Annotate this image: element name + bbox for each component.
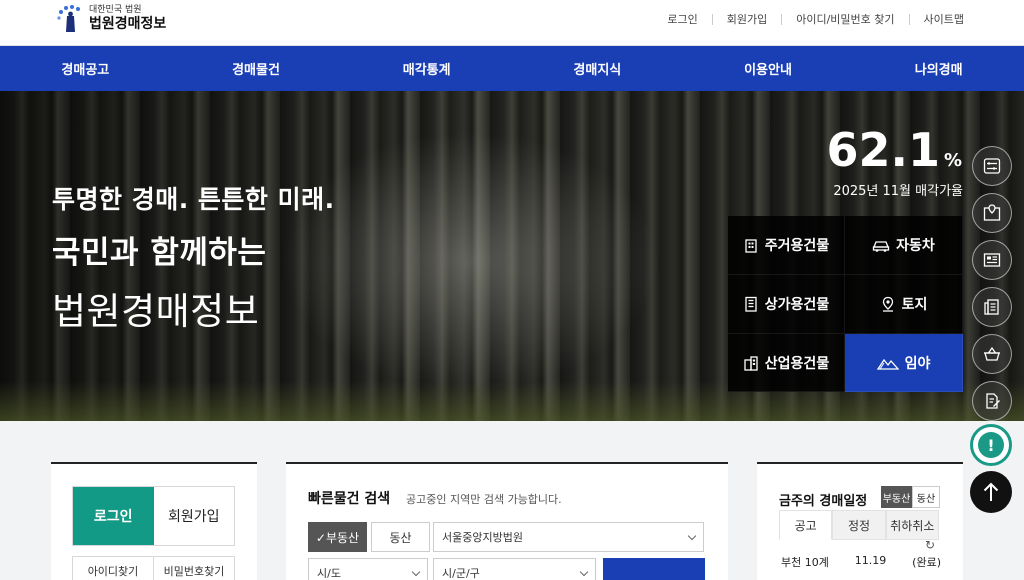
sale-rate-unit: % xyxy=(943,150,962,171)
tab-login[interactable]: 로그인 xyxy=(73,487,154,545)
nav-item-items[interactable]: 경매물건 xyxy=(171,46,342,91)
exclamation-icon: ! xyxy=(978,432,1004,458)
tab-movable[interactable]: 동산 xyxy=(371,522,430,552)
mountain-icon xyxy=(876,358,899,370)
store-building-icon xyxy=(745,296,757,312)
schedule-date: 11.19 xyxy=(854,554,887,567)
document-edit-icon xyxy=(986,393,1000,409)
category-label: 토지 xyxy=(901,297,928,313)
sigungu-select[interactable]: 시/군/구 xyxy=(433,558,596,580)
top-header: 대한민국 법원 법원경매정보 로그인 회원가입 아이디/비밀번호 찾기 사이트맵 xyxy=(0,0,1024,46)
schedule-tabs: 공고 정정 취하취소 xyxy=(779,510,939,540)
hero-brand: 법원경매정보 xyxy=(52,290,260,333)
sitemap-link[interactable]: 사이트맵 xyxy=(924,11,964,27)
category-vehicle[interactable]: 자동차 xyxy=(845,216,963,275)
nav-item-notice[interactable]: 경매공고 xyxy=(0,46,171,91)
quick-btn-documents[interactable] xyxy=(972,287,1012,327)
schedule-status: (완료) xyxy=(912,556,941,569)
tab-notice[interactable]: 공고 xyxy=(779,510,833,540)
find-password-link[interactable]: 비밀번호찾기 xyxy=(153,557,234,580)
court-select-value: 서울중앙지방법원 xyxy=(442,531,523,544)
arrow-up-icon xyxy=(983,482,999,501)
quick-btn-sliders[interactable] xyxy=(972,146,1012,186)
location-pin-icon xyxy=(882,296,893,312)
nav-item-knowledge[interactable]: 경매지식 xyxy=(512,46,683,91)
join-link[interactable]: 회원가입 xyxy=(727,11,767,27)
category-label: 임야 xyxy=(904,355,931,372)
find-id-link[interactable]: 아이디찾기 xyxy=(73,557,153,580)
find-account-link[interactable]: 아이디/비밀번호 찾기 xyxy=(796,11,894,27)
tab-cancellation[interactable]: 취하취소 xyxy=(885,510,939,540)
hero-fog xyxy=(280,131,660,391)
scroll-top-button[interactable] xyxy=(970,471,1012,513)
chevron-down-icon xyxy=(687,531,697,540)
quick-btn-basket[interactable] xyxy=(972,334,1012,374)
search-submit-button[interactable] xyxy=(603,558,705,580)
quick-btn-news[interactable] xyxy=(972,240,1012,280)
weekly-schedule-panel: 금주의 경매일정 부동산 동산 공고 정정 취하취소 ↻ 부천 10계 11.1… xyxy=(757,462,963,580)
tab-join[interactable]: 회원가입 xyxy=(153,487,234,545)
divider xyxy=(781,13,783,25)
tab-correction[interactable]: 정정 xyxy=(832,510,886,540)
help-button[interactable]: ! xyxy=(970,424,1012,466)
schedule-place: 부천 10계 xyxy=(781,556,829,569)
search-note: 공고중인 지역만 검색 가능합니다. xyxy=(406,493,562,506)
category-industrial[interactable]: 산업용건물 xyxy=(728,334,845,392)
category-grid: 주거용건물 자동차 상가용건물 토지 산업용건물 임야 xyxy=(728,216,963,392)
schedule-row[interactable]: 부천 10계 11.19 (완료) xyxy=(781,554,941,570)
login-help-links: 아이디찾기 비밀번호찾기 xyxy=(72,556,235,580)
building-icon xyxy=(745,239,757,253)
divider xyxy=(908,13,910,25)
toggle-real-estate[interactable]: 부동산 xyxy=(881,486,912,508)
category-label: 산업용건물 xyxy=(764,355,830,372)
category-forest[interactable]: 임야 xyxy=(845,334,963,392)
divider xyxy=(711,13,713,25)
category-commercial[interactable]: 상가용건물 xyxy=(728,275,845,334)
court-select[interactable]: 서울중앙지방법원 xyxy=(433,522,704,552)
login-panel: 로그인 회원가입 아이디찾기 비밀번호찾기 xyxy=(51,462,257,580)
schedule-title: 금주의 경매일정 xyxy=(779,494,868,509)
category-label: 상가용건물 xyxy=(764,297,830,313)
main-nav: 경매공고 경매물건 매각통계 경매지식 이용안내 나의경매 xyxy=(0,46,1024,91)
nav-item-my-auction[interactable]: 나의경매 xyxy=(853,46,1024,91)
sliders-icon xyxy=(983,158,1001,174)
quick-menu xyxy=(972,146,1012,428)
chevron-down-icon xyxy=(411,567,421,576)
category-label: 주거용건물 xyxy=(764,238,830,254)
sigungu-select-value: 시/군/구 xyxy=(442,567,480,580)
court-logo[interactable]: 대한민국 법원 법원경매정보 xyxy=(55,4,166,34)
sido-select[interactable]: 시/도 xyxy=(308,558,428,580)
chevron-down-icon xyxy=(579,567,589,576)
nav-item-statistics[interactable]: 매각통계 xyxy=(341,46,512,91)
quick-btn-edit[interactable] xyxy=(972,381,1012,421)
category-land[interactable]: 토지 xyxy=(845,275,963,334)
logo-title: 법원경매정보 xyxy=(89,16,167,32)
toggle-movable[interactable]: 동산 xyxy=(912,486,940,508)
search-title: 빠른물건 검색 xyxy=(308,491,391,507)
sale-rate-value: 62.1 xyxy=(826,123,940,177)
sale-rate: 62.1% xyxy=(826,124,962,176)
quick-search-panel: 빠른물건 검색 공고중인 지역만 검색 가능합니다. ✓부동산 동산 서울중앙지… xyxy=(286,462,728,580)
basket-icon xyxy=(984,346,1000,361)
document-list-icon xyxy=(984,299,999,315)
category-residential[interactable]: 주거용건물 xyxy=(728,216,845,275)
car-icon xyxy=(873,241,890,252)
sale-rate-label: 2025년 11월 매각가율 xyxy=(833,184,963,199)
sido-select-value: 시/도 xyxy=(317,567,341,580)
login-link[interactable]: 로그인 xyxy=(667,11,697,27)
factory-icon xyxy=(744,355,758,371)
tab-real-estate[interactable]: ✓부동산 xyxy=(308,522,367,552)
quick-btn-map[interactable] xyxy=(972,193,1012,233)
nav-item-guide[interactable]: 이용안내 xyxy=(683,46,854,91)
utility-links: 로그인 회원가입 아이디/비밀번호 찾기 사이트맵 xyxy=(667,11,964,27)
login-tabs: 로그인 회원가입 xyxy=(72,486,235,546)
map-pin-icon xyxy=(983,204,1001,221)
court-emblem-icon xyxy=(55,4,85,34)
hero-headline: 국민과 함께하는 xyxy=(52,235,267,271)
newspaper-icon xyxy=(983,253,1001,267)
hero-tagline: 투명한 경매. 튼튼한 미래. xyxy=(52,185,335,214)
logo-subtitle: 대한민국 법원 xyxy=(89,5,142,15)
refresh-icon[interactable]: ↻ xyxy=(925,538,935,552)
category-label: 자동차 xyxy=(896,238,935,254)
